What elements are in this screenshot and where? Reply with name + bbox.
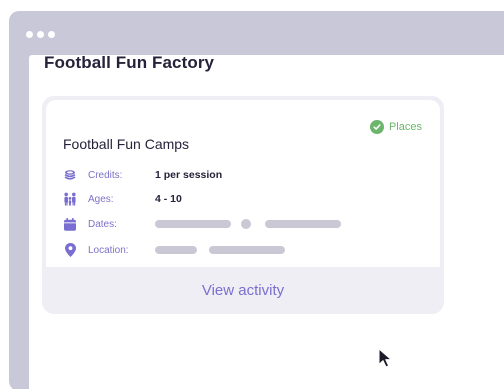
location-placeholder-bar xyxy=(209,246,285,254)
page-title: Football Fun Factory xyxy=(44,53,215,72)
location-placeholder-bar xyxy=(155,246,197,254)
location-label: Location: xyxy=(88,244,129,256)
location-pin-icon xyxy=(63,243,77,257)
status-badge: Places xyxy=(369,120,422,134)
window-dot-minimize[interactable] xyxy=(37,31,44,38)
view-activity-button[interactable]: View activity xyxy=(42,267,444,314)
activity-card[interactable]: Places Football Fun Camps Credits: 1 per… xyxy=(42,96,444,314)
activity-card-body: Places Football Fun Camps Credits: 1 per… xyxy=(46,100,440,267)
window-dot-close[interactable] xyxy=(26,31,33,38)
detail-row-dates: Dates: xyxy=(63,216,341,232)
ages-value: 4 - 10 xyxy=(155,193,182,205)
ages-label: Ages: xyxy=(88,193,114,205)
stage: Football Fun Factory Places Football Fun… xyxy=(0,0,504,389)
coins-icon xyxy=(63,168,77,182)
calendar-icon xyxy=(63,217,77,231)
detail-row-location: Location: xyxy=(63,242,285,258)
check-circle-icon xyxy=(369,120,384,134)
family-icon xyxy=(63,192,77,206)
status-badge-label: Places xyxy=(388,121,422,133)
window-dot-maximize[interactable] xyxy=(48,31,55,38)
detail-row-ages: Ages: 4 - 10 xyxy=(63,191,182,207)
dates-label: Dates: xyxy=(88,218,117,230)
detail-row-credits: Credits: 1 per session xyxy=(63,167,222,183)
dates-placeholder-bar xyxy=(155,220,231,228)
dates-placeholder-dot xyxy=(241,219,251,229)
dates-placeholder-bar xyxy=(265,220,341,228)
credits-label: Credits: xyxy=(88,169,123,181)
mouse-cursor-icon xyxy=(378,348,394,373)
window-controls xyxy=(26,31,55,38)
activity-title: Football Fun Camps xyxy=(63,136,190,152)
credits-value: 1 per session xyxy=(155,169,223,181)
